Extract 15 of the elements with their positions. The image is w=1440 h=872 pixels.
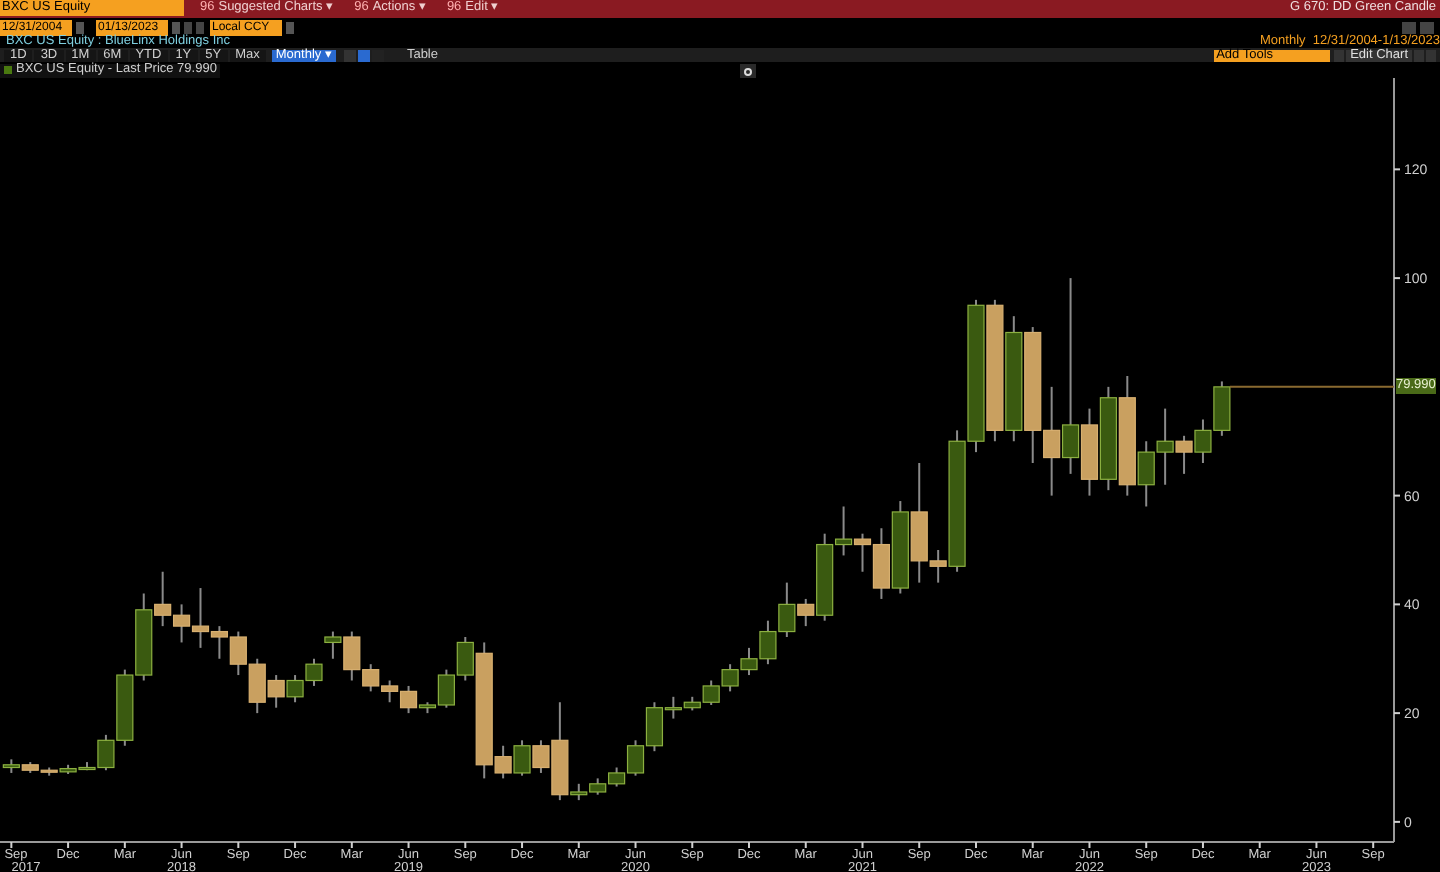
candlestick [891, 500, 909, 595]
candlestick [1005, 315, 1023, 443]
candle-type-icon[interactable] [358, 49, 371, 62]
candlestick [1194, 418, 1212, 464]
candlestick [1024, 326, 1042, 464]
candlestick [721, 663, 739, 693]
candlestick [1099, 385, 1117, 492]
candlestick [381, 679, 399, 704]
candlestick [513, 739, 531, 777]
candlestick [1213, 380, 1231, 437]
candlestick [229, 630, 247, 677]
candlestick [305, 657, 323, 687]
candlestick [589, 777, 607, 796]
series-swatch-icon [4, 66, 12, 75]
candlestick [286, 674, 304, 704]
